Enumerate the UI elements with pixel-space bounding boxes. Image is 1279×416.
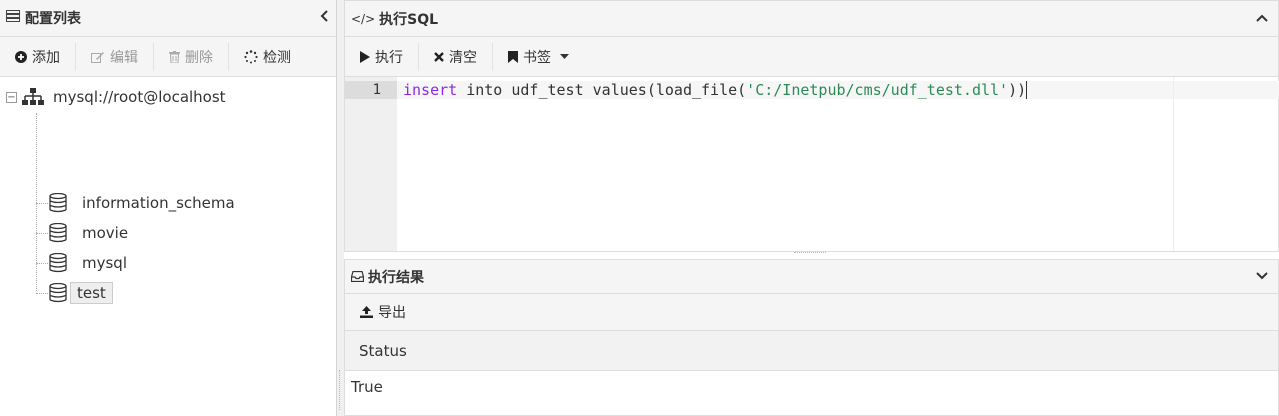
chevron-down-icon[interactable] xyxy=(1256,269,1268,285)
code-icon: </> xyxy=(351,11,376,26)
sql-string: 'C:/Inetpub/cms/udf_test.dll' xyxy=(746,81,1009,99)
add-label: 添加 xyxy=(32,49,60,66)
panel-resize-handle[interactable] xyxy=(794,252,826,256)
tree-item-information-schema[interactable]: information_schema xyxy=(36,191,241,215)
export-label: 导出 xyxy=(378,305,406,321)
delete-label: 删除 xyxy=(185,49,213,66)
config-list-title: 配置列表 xyxy=(25,11,81,27)
column-status: Status xyxy=(359,341,407,360)
execute-sql-title: 执行SQL xyxy=(379,11,439,28)
main-area: </> 执行SQL 执行 清空 书签 1 insert into udf_tes… xyxy=(344,0,1279,416)
play-icon xyxy=(360,50,370,63)
config-list-header: 配置列表 xyxy=(0,0,336,37)
collapse-left-icon[interactable] xyxy=(320,10,330,26)
database-icon xyxy=(49,223,67,243)
connection-tree: − mysql://root@localhost information_sch… xyxy=(0,77,336,304)
execute-result-panel: 执行结果 导出 Status True xyxy=(344,259,1279,416)
sitemap-icon xyxy=(22,88,44,106)
tree-item-test[interactable]: test xyxy=(36,281,113,305)
tree-item-label: movie xyxy=(82,224,129,242)
list-icon xyxy=(6,10,20,26)
caret-down-icon xyxy=(560,53,569,60)
table-row[interactable]: True xyxy=(345,371,1278,403)
bookmark-label: 书签 xyxy=(523,49,551,66)
check-label: 检测 xyxy=(263,49,291,66)
result-toolbar: 导出 xyxy=(345,294,1278,331)
result-column-header[interactable]: Status xyxy=(345,331,1278,371)
database-icon xyxy=(49,193,67,213)
execute-sql-header: </> 执行SQL xyxy=(345,1,1278,37)
edit-button[interactable]: 编辑 xyxy=(76,42,154,71)
check-button[interactable]: 检测 xyxy=(229,43,306,71)
tree-item-movie[interactable]: movie xyxy=(36,221,134,245)
text-cursor xyxy=(1026,81,1028,99)
clear-label: 清空 xyxy=(449,49,477,66)
tree-item-label-selected: test xyxy=(70,282,113,304)
close-icon xyxy=(434,51,444,62)
run-button[interactable]: 执行 xyxy=(345,42,419,71)
upload-icon xyxy=(360,306,373,318)
chevron-up-icon[interactable] xyxy=(1256,11,1268,27)
sql-code-end: )) xyxy=(1008,81,1027,99)
tree-root-node[interactable]: − mysql://root@localhost xyxy=(6,85,226,109)
database-icon xyxy=(49,283,67,303)
plus-circle-icon xyxy=(15,50,27,63)
edit-icon xyxy=(91,51,105,63)
execute-result-title: 执行结果 xyxy=(368,269,424,286)
vertical-splitter[interactable] xyxy=(337,0,344,416)
app-root: 配置列表 添加 编辑 删除 检测 − mysql://root@localhos… xyxy=(0,0,1279,416)
execute-result-header: 执行结果 xyxy=(345,260,1278,294)
collapse-node-icon[interactable]: − xyxy=(6,91,17,103)
bookmark-dropdown[interactable]: 书签 xyxy=(493,43,584,71)
inbox-icon xyxy=(351,271,364,282)
bookmark-icon xyxy=(508,50,518,63)
config-toolbar: 添加 编辑 删除 检测 xyxy=(0,37,336,77)
sql-editor[interactable]: 1 insert into udf_test values(load_file(… xyxy=(345,77,1279,251)
clear-button[interactable]: 清空 xyxy=(419,42,493,71)
export-button[interactable]: 导出 xyxy=(345,298,421,326)
tree-item-mysql[interactable]: mysql xyxy=(36,251,133,275)
add-button[interactable]: 添加 xyxy=(0,42,76,71)
database-icon xyxy=(49,253,67,273)
tree-item-label: information_schema xyxy=(82,194,235,212)
sql-keyword: insert xyxy=(403,81,458,99)
sql-code-middle: into udf_test values(load_file( xyxy=(457,81,747,99)
run-label: 执行 xyxy=(375,49,403,66)
table-cell: True xyxy=(351,378,383,396)
sql-code-line: insert into udf_test values(load_file('C… xyxy=(403,81,1028,99)
editor-gutter xyxy=(345,77,397,251)
tree-item-label: mysql xyxy=(82,254,127,272)
sql-toolbar: 执行 清空 书签 xyxy=(345,37,1278,77)
edit-label: 编辑 xyxy=(110,49,138,66)
spinner-icon xyxy=(244,49,258,64)
delete-button[interactable]: 删除 xyxy=(154,42,229,71)
config-list-panel: 配置列表 添加 编辑 删除 检测 − mysql://root@localhos… xyxy=(0,0,337,416)
trash-icon xyxy=(169,50,180,63)
line-number: 1 xyxy=(345,81,397,99)
tree-root-label: mysql://root@localhost xyxy=(53,88,226,106)
execute-sql-panel: </> 执行SQL 执行 清空 书签 1 insert into udf_tes… xyxy=(344,0,1279,252)
